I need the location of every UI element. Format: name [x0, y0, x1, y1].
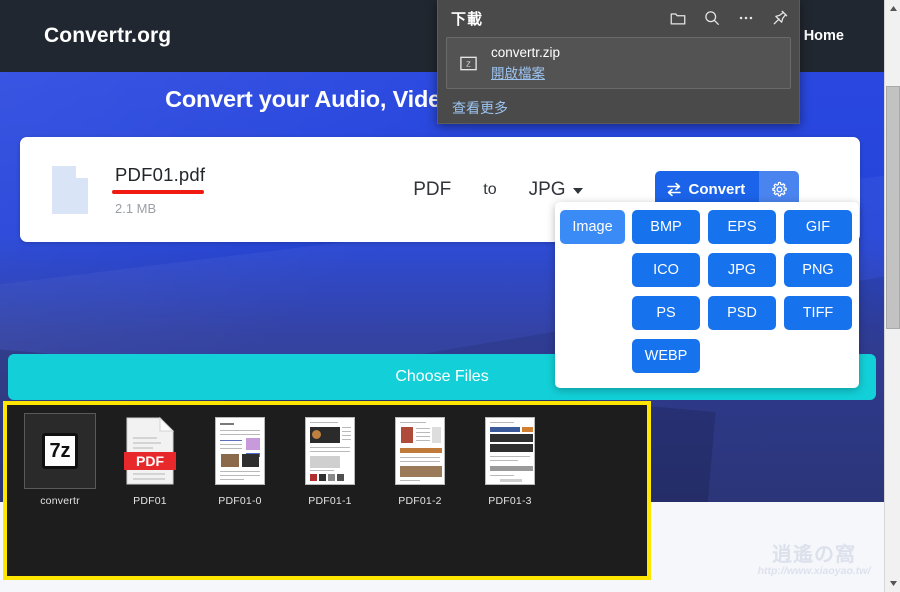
format-option[interactable]: PSD	[708, 296, 776, 330]
list-item-label: PDF01	[133, 495, 167, 507]
format-options-grid: BMP EPS GIF ICO JPG PNG PS PSD TIFF WEBP	[632, 210, 853, 373]
document-icon	[50, 164, 90, 216]
screenshot-root: Convert your Audio, Video and other File…	[0, 0, 900, 592]
page-thumbnail-icon	[294, 413, 366, 489]
download-popup-title: 下載	[451, 8, 483, 29]
vertical-scrollbar[interactable]	[884, 0, 900, 592]
file-explorer-strip: 7z convertr P	[3, 401, 651, 580]
pin-icon[interactable]	[771, 9, 789, 27]
folder-icon[interactable]	[669, 9, 687, 27]
download-popup-header: 下載	[438, 0, 799, 36]
download-item-texts: convertr.zip 開啟檔案	[491, 45, 560, 82]
svg-text:Z: Z	[466, 59, 471, 68]
format-option[interactable]: WEBP	[632, 339, 700, 373]
file-meta: PDF01.pdf 2.1 MB	[115, 164, 205, 216]
format-dropdown-panel: Image BMP EPS GIF ICO JPG PNG PS PSD TIF…	[555, 202, 859, 388]
target-format-label: JPG	[529, 179, 566, 201]
page-thumbnail-icon	[474, 413, 546, 489]
list-item[interactable]: PDF01-0	[201, 413, 279, 507]
list-item[interactable]: PDF PDF01	[111, 413, 189, 507]
download-file-name: convertr.zip	[491, 45, 560, 60]
format-option[interactable]: JPG	[708, 253, 776, 287]
format-option[interactable]: PNG	[784, 253, 852, 287]
more-options-icon[interactable]	[737, 9, 755, 27]
watermark-text: 逍遙の窩	[744, 538, 884, 567]
scroll-down-arrow-icon[interactable]	[885, 575, 900, 592]
chevron-down-icon	[573, 188, 583, 194]
page-thumbnail-icon	[384, 413, 456, 489]
7z-archive-label: 7z	[42, 433, 78, 469]
nav-link-home[interactable]: Home	[804, 28, 844, 44]
format-option[interactable]: GIF	[784, 210, 852, 244]
to-label: to	[483, 181, 496, 199]
browser-download-popup: 下載	[437, 0, 800, 124]
scroll-up-arrow-icon[interactable]	[885, 0, 900, 17]
convert-arrows-icon	[666, 182, 682, 197]
page-thumbnail-icon	[204, 413, 276, 489]
format-option[interactable]: ICO	[632, 253, 700, 287]
see-more-link[interactable]: 查看更多	[438, 98, 799, 118]
file-size: 2.1 MB	[115, 201, 205, 216]
list-item-label: convertr	[40, 495, 80, 507]
explorer-thumbnail-list: 7z convertr P	[7, 405, 647, 507]
zip-file-icon: Z	[459, 54, 478, 73]
download-item[interactable]: Z convertr.zip 開啟檔案	[446, 37, 791, 89]
pdf-file-icon: PDF	[114, 413, 186, 489]
list-item-label: PDF01-2	[398, 495, 441, 507]
format-option[interactable]: PS	[632, 296, 700, 330]
list-item-label: PDF01-1	[308, 495, 351, 507]
format-option[interactable]: TIFF	[784, 296, 852, 330]
target-format-dropdown[interactable]: JPG	[529, 179, 583, 201]
nav-links: Home	[804, 28, 844, 44]
list-item[interactable]: PDF01-1	[291, 413, 369, 507]
format-category-image[interactable]: Image	[560, 210, 625, 244]
format-option[interactable]: BMP	[632, 210, 700, 244]
list-item-label: PDF01-0	[218, 495, 261, 507]
list-item[interactable]: PDF01-2	[381, 413, 459, 507]
list-item-label: PDF01-3	[488, 495, 531, 507]
convert-button-label: Convert	[689, 181, 746, 198]
watermark: 逍遙の窩 http://www.xiaoyao.tw/	[744, 538, 884, 577]
gear-icon	[771, 181, 788, 198]
svg-text:PDF: PDF	[136, 453, 164, 469]
scrollbar-thumb[interactable]	[886, 86, 900, 329]
file-name: PDF01.pdf	[115, 164, 205, 190]
7z-archive-icon: 7z	[24, 413, 96, 489]
file-name-text: PDF01.pdf	[115, 164, 205, 185]
list-item[interactable]: PDF01-3	[471, 413, 549, 507]
open-file-link[interactable]: 開啟檔案	[491, 62, 560, 82]
file-name-highlight-underline	[112, 190, 204, 194]
site-logo[interactable]: Convertr.org	[44, 24, 171, 48]
download-popup-actions	[669, 9, 789, 27]
search-icon[interactable]	[703, 9, 721, 27]
watermark-url: http://www.xiaoyao.tw/	[744, 565, 884, 577]
source-format-label: PDF	[413, 179, 451, 201]
list-item[interactable]: 7z convertr	[21, 413, 99, 507]
format-option[interactable]: EPS	[708, 210, 776, 244]
